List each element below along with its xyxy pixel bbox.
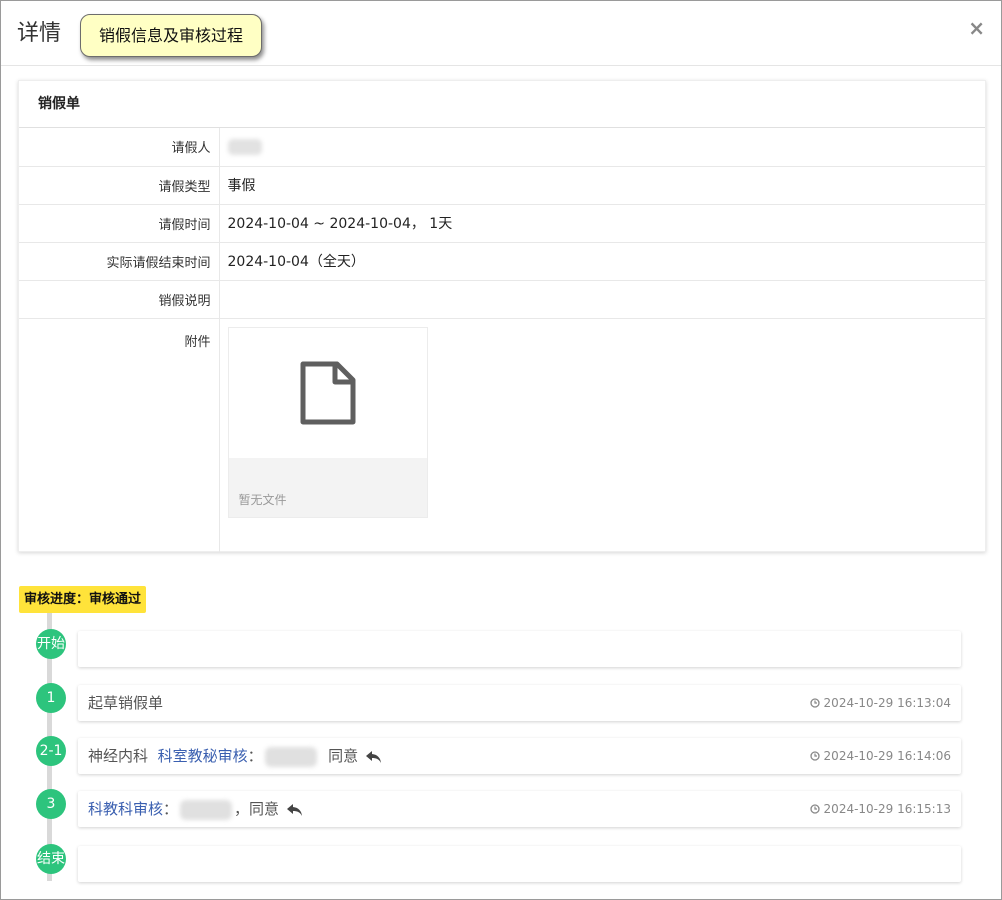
- clock-icon: [809, 750, 820, 761]
- timeline-node-1: 1: [36, 683, 66, 713]
- timeline-card-1: 起草销假单 2024-10-29 16:13:04: [78, 685, 961, 721]
- step-time-text: 2024-10-29 16:13:04: [823, 696, 951, 710]
- reply-icon: [365, 750, 381, 763]
- applicant-value: [219, 128, 985, 167]
- row-value: 2024-10-04（全天）: [219, 242, 985, 281]
- row-value: 事假: [219, 166, 985, 205]
- timeline-card-start: [78, 631, 961, 667]
- row-label: 附件: [19, 318, 220, 552]
- step-role-link[interactable]: 科教科审核: [88, 800, 163, 818]
- step-text: 起草销假单: [88, 694, 164, 712]
- row-label: 请假人: [19, 128, 220, 167]
- clock-icon: [809, 803, 820, 814]
- leave-cancel-panel: 销假单 请假人 请假类型 事假 请假时间 2024-10-04 ~ 2024-1…: [18, 80, 986, 552]
- row-value: [219, 280, 985, 319]
- redacted-approver: [180, 799, 233, 820]
- timeline-node-end: 结束: [36, 844, 66, 874]
- close-icon[interactable]: ×: [968, 17, 985, 39]
- step-time-text: 2024-10-29 16:15:13: [823, 802, 951, 816]
- step-text: 神经内科 科室教秘审核： 同意: [88, 738, 382, 774]
- table-row: 实际请假结束时间 2024-10-04（全天）: [19, 242, 985, 281]
- step-result: 同意: [328, 747, 359, 765]
- file-icon: [229, 328, 427, 459]
- redacted-name: [227, 138, 262, 155]
- table-row: 附件 暂无文件: [19, 318, 985, 552]
- timeline-card-3: 科教科审核： ，同意 2024-10-29 16:15:13: [78, 791, 961, 827]
- step-sep: ：: [247, 747, 263, 765]
- attachment-empty-text: 暂无文件: [228, 457, 427, 517]
- step-sep: ：: [163, 800, 179, 818]
- table-row: 销假说明: [19, 280, 985, 319]
- table-row: 请假时间 2024-10-04 ~ 2024-10-04， 1天: [19, 204, 985, 243]
- detail-dialog: 详情 销假信息及审核过程 × 销假单 请假人 请假类型 事假 请假时间 2024…: [0, 0, 1002, 900]
- panel-heading: 销假单: [19, 81, 985, 128]
- row-label: 请假类型: [19, 166, 220, 205]
- row-value: 2024-10-04 ~ 2024-10-04， 1天: [219, 204, 985, 243]
- row-label: 请假时间: [19, 204, 220, 243]
- row-label: 实际请假结束时间: [19, 242, 220, 281]
- dialog-header: 详情 销假信息及审核过程 ×: [1, 1, 1001, 66]
- timeline-node-start: 开始: [36, 629, 66, 659]
- dialog-title: 详情: [17, 21, 62, 46]
- attachment-cell: 暂无文件: [219, 318, 985, 552]
- redacted-approver: [264, 746, 317, 767]
- step-result: ，同意: [234, 800, 280, 818]
- step-time: 2024-10-29 16:15:13: [809, 791, 951, 827]
- timeline-node-2-1: 2-1: [36, 736, 66, 766]
- timeline-node-3: 3: [36, 789, 66, 819]
- table-row: 请假人: [19, 128, 985, 167]
- row-label: 销假说明: [19, 280, 220, 319]
- table-row: 请假类型 事假: [19, 166, 985, 205]
- tip-bubble: 销假信息及审核过程: [80, 14, 262, 57]
- step-time: 2024-10-29 16:13:04: [809, 685, 951, 721]
- reply-icon: [286, 803, 302, 816]
- info-table: 请假人 请假类型 事假 请假时间 2024-10-04 ~ 2024-10-04…: [19, 128, 985, 552]
- attachment-card[interactable]: 暂无文件: [227, 326, 428, 518]
- step-time-text: 2024-10-29 16:14:06: [823, 749, 951, 763]
- timeline-card-end: [78, 846, 961, 882]
- clock-icon: [809, 697, 820, 708]
- step-text: 科教科审核： ，同意: [88, 791, 303, 827]
- progress-badge: 审核进度：审核通过: [19, 586, 147, 613]
- step-role-link[interactable]: 科室教秘审核: [158, 747, 248, 765]
- timeline-card-2-1: 神经内科 科室教秘审核： 同意 2024-10-29 16:14:06: [78, 738, 961, 774]
- step-time: 2024-10-29 16:14:06: [809, 738, 951, 774]
- step-dept: 神经内科: [88, 747, 149, 765]
